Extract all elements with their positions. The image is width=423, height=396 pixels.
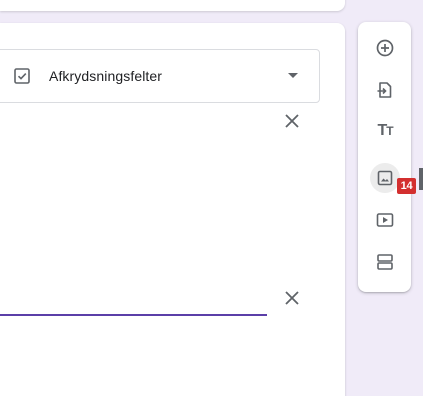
video-icon: [376, 213, 394, 227]
add-question-button[interactable]: [370, 33, 400, 63]
import-questions-button[interactable]: [370, 75, 400, 105]
question-type-label: Afkrydsningsfelter: [49, 68, 163, 84]
option-input-underline[interactable]: [0, 314, 267, 316]
close-icon: [285, 291, 299, 305]
checkbox-icon: [13, 67, 31, 85]
question-type-select[interactable]: Afkrydsningsfelter: [0, 49, 320, 103]
add-section-button[interactable]: [370, 247, 400, 277]
scroll-edge-marker: [419, 168, 423, 190]
add-video-button[interactable]: [370, 205, 400, 235]
add-title-button[interactable]: TT: [370, 116, 400, 146]
floating-toolbar: TT: [358, 22, 411, 292]
title-icon: TT: [377, 122, 393, 139]
close-icon: [285, 114, 299, 128]
chevron-down-icon: [288, 73, 298, 78]
question-card: Afkrydsningsfelter: [0, 23, 345, 396]
step-badge: 14: [397, 178, 416, 194]
previous-card: [0, 0, 345, 11]
remove-option-button[interactable]: [280, 109, 304, 133]
section-icon: [377, 254, 393, 270]
add-circle-icon: [376, 39, 394, 57]
add-image-button[interactable]: [370, 163, 400, 193]
import-icon: [377, 82, 392, 98]
remove-option-button[interactable]: [280, 286, 304, 310]
image-icon: [377, 170, 393, 186]
